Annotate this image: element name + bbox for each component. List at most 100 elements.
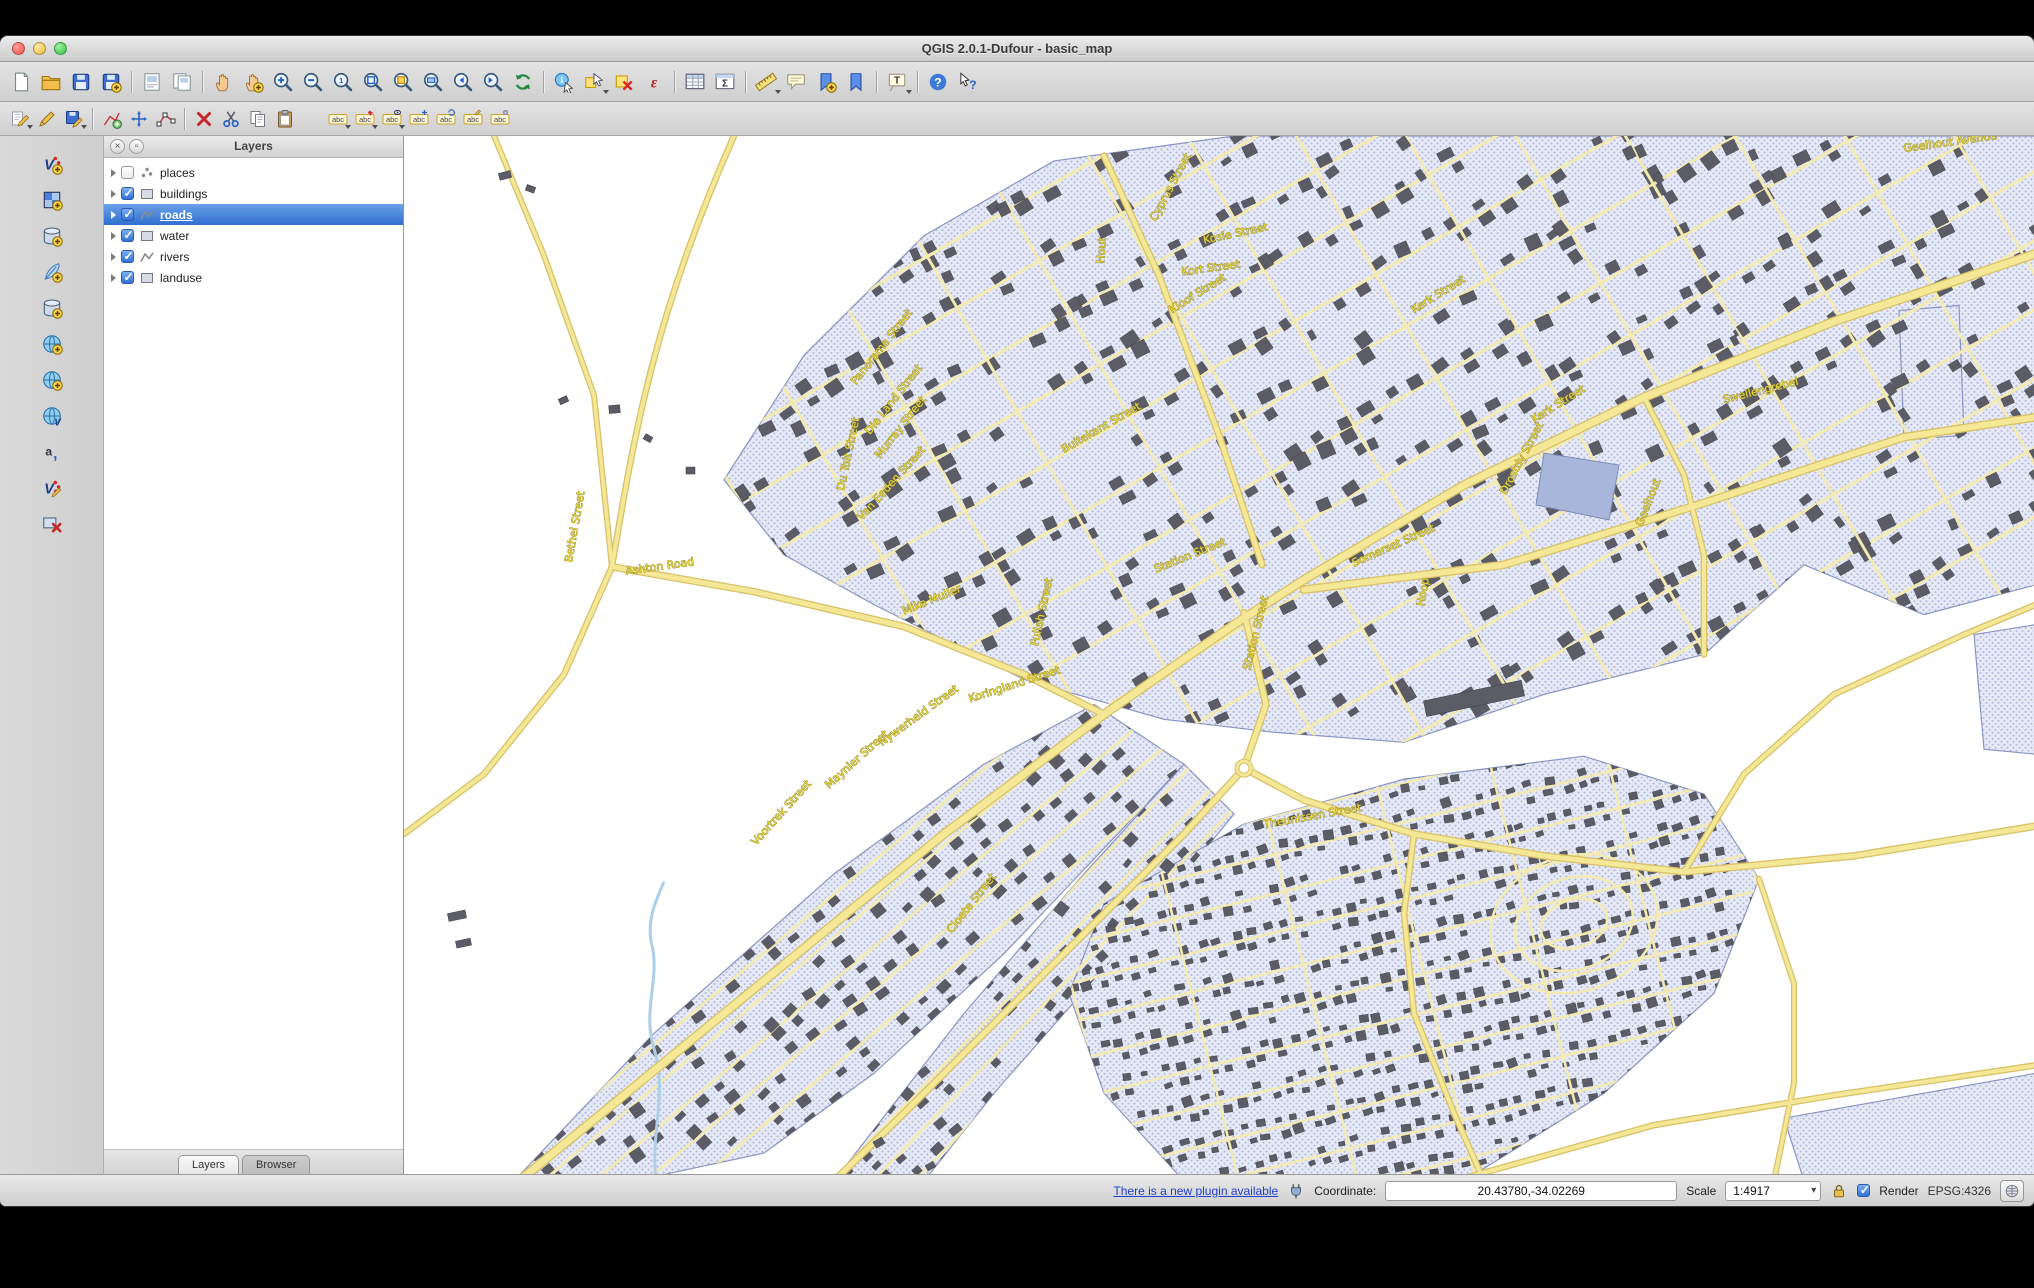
coordinate-input[interactable]: 20.43780,-34.02269 bbox=[1385, 1181, 1677, 1201]
layer-item-buildings[interactable]: buildings bbox=[104, 183, 403, 204]
add-wms-layer-button[interactable] bbox=[37, 329, 67, 359]
select-features-button[interactable] bbox=[579, 67, 609, 97]
layer-item-rivers[interactable]: rivers bbox=[104, 246, 403, 267]
add-spatialite-layer-button[interactable] bbox=[37, 257, 67, 287]
zoom-to-selection-button[interactable] bbox=[388, 67, 418, 97]
svg-text:i: i bbox=[560, 76, 563, 86]
label-show-hide-button[interactable]: abc bbox=[378, 105, 405, 132]
composer-manager-button[interactable] bbox=[167, 67, 197, 97]
new-print-composer-button[interactable] bbox=[137, 67, 167, 97]
expand-arrow-icon[interactable] bbox=[111, 211, 116, 219]
add-raster-layer-button[interactable] bbox=[37, 185, 67, 215]
zoom-native-button[interactable]: 1 bbox=[328, 67, 358, 97]
title-bar[interactable]: QGIS 2.0.1-Dufour - basic_map bbox=[0, 36, 2034, 62]
layer-checkbox-buildings[interactable] bbox=[121, 187, 134, 200]
identify-features-button[interactable]: i bbox=[549, 67, 579, 97]
add-mssql-layer-button[interactable] bbox=[37, 293, 67, 323]
field-calculator-button[interactable]: Σ bbox=[710, 67, 740, 97]
new-shapefile-layer-button[interactable]: V bbox=[37, 473, 67, 503]
map-canvas[interactable]: Geelhout AvenueCyprus StreetKosie Street… bbox=[404, 136, 2034, 1174]
help-button[interactable]: ? bbox=[923, 67, 953, 97]
expand-arrow-icon[interactable] bbox=[111, 190, 116, 198]
add-wfs-layer-button[interactable]: V bbox=[37, 401, 67, 431]
expand-arrow-icon[interactable] bbox=[111, 232, 116, 240]
label-change-button[interactable]: abc bbox=[459, 105, 486, 132]
current-edits-button[interactable] bbox=[6, 105, 33, 132]
close-window-button[interactable] bbox=[12, 42, 25, 55]
show-bookmarks-button[interactable] bbox=[841, 67, 871, 97]
expand-arrow-icon[interactable] bbox=[111, 274, 116, 282]
save-project-as-button[interactable] bbox=[96, 67, 126, 97]
scale-combobox[interactable]: 1:4917 ▾ bbox=[1725, 1181, 1821, 1201]
render-checkbox[interactable] bbox=[1857, 1184, 1870, 1197]
zoom-full-button[interactable] bbox=[358, 67, 388, 97]
text-annotation-button[interactable]: T bbox=[882, 67, 912, 97]
plugin-link[interactable]: There is a new plugin available bbox=[1113, 1184, 1278, 1198]
zoom-last-button[interactable] bbox=[448, 67, 478, 97]
add-wcs-layer-button[interactable] bbox=[37, 365, 67, 395]
whats-this-button[interactable]: ? bbox=[953, 67, 983, 97]
move-feature-button[interactable] bbox=[125, 105, 152, 132]
scale-lock-icon[interactable] bbox=[1830, 1182, 1848, 1200]
measure-icon bbox=[755, 71, 777, 93]
move-feature-icon bbox=[129, 109, 149, 129]
refresh-map-button[interactable] bbox=[508, 67, 538, 97]
new-project-button[interactable] bbox=[6, 67, 36, 97]
zoom-to-layer-button[interactable] bbox=[418, 67, 448, 97]
tab-layers[interactable]: Layers bbox=[178, 1155, 239, 1174]
paste-features-button[interactable] bbox=[271, 105, 298, 132]
deselect-features-button[interactable] bbox=[609, 67, 639, 97]
layer-label: buildings bbox=[160, 187, 207, 201]
add-delimited-text-layer-button[interactable]: a, bbox=[37, 437, 67, 467]
expand-arrow-icon[interactable] bbox=[111, 169, 116, 177]
zoom-in-button[interactable] bbox=[268, 67, 298, 97]
layer-item-roads[interactable]: roads bbox=[104, 204, 403, 225]
panel-float-button[interactable]: ▫ bbox=[129, 139, 144, 154]
layer-checkbox-roads[interactable] bbox=[121, 208, 134, 221]
map-tips-button[interactable] bbox=[781, 67, 811, 97]
delete-selected-button[interactable] bbox=[190, 105, 217, 132]
minimize-window-button[interactable] bbox=[33, 42, 46, 55]
open-project-button[interactable] bbox=[36, 67, 66, 97]
layer-label: roads bbox=[160, 208, 193, 222]
layer-checkbox-water[interactable] bbox=[121, 229, 134, 242]
measure-button[interactable] bbox=[751, 67, 781, 97]
toggle-editing-button[interactable] bbox=[33, 105, 60, 132]
panel-title: Layers bbox=[234, 139, 273, 153]
label-properties-button[interactable]: abc bbox=[486, 105, 513, 132]
tab-browser[interactable]: Browser bbox=[242, 1155, 310, 1174]
layer-checkbox-landuse[interactable] bbox=[121, 271, 134, 284]
panel-close-button[interactable]: × bbox=[110, 139, 125, 154]
layer-checkbox-rivers[interactable] bbox=[121, 250, 134, 263]
zoom-native-icon: 1 bbox=[332, 71, 354, 93]
layer-type-line-icon bbox=[139, 207, 155, 223]
save-project-button[interactable] bbox=[66, 67, 96, 97]
copy-features-button[interactable] bbox=[244, 105, 271, 132]
new-bookmark-button[interactable] bbox=[811, 67, 841, 97]
label-rotate-button[interactable]: abc bbox=[432, 105, 459, 132]
label-pin-button[interactable]: abc bbox=[351, 105, 378, 132]
save-layer-edits-button[interactable] bbox=[60, 105, 87, 132]
crs-status-button[interactable] bbox=[2000, 1180, 2024, 1202]
plugin-icon[interactable] bbox=[1287, 1182, 1305, 1200]
layer-item-places[interactable]: places bbox=[104, 162, 403, 183]
pan-to-selection-button[interactable] bbox=[238, 67, 268, 97]
add-vector-layer-button[interactable]: V bbox=[37, 149, 67, 179]
layer-item-landuse[interactable]: landuse bbox=[104, 267, 403, 288]
labeling-button[interactable]: abc bbox=[324, 105, 351, 132]
node-tool-button[interactable] bbox=[152, 105, 179, 132]
label-move-button[interactable]: abc bbox=[405, 105, 432, 132]
layer-checkbox-places[interactable] bbox=[121, 166, 134, 179]
zoom-window-button[interactable] bbox=[54, 42, 67, 55]
pan-map-button[interactable] bbox=[208, 67, 238, 97]
cut-features-button[interactable] bbox=[217, 105, 244, 132]
select-by-expression-button[interactable]: ε bbox=[639, 67, 669, 97]
add-postgis-layer-button[interactable] bbox=[37, 221, 67, 251]
remove-layer-button[interactable] bbox=[37, 509, 67, 539]
zoom-out-button[interactable] bbox=[298, 67, 328, 97]
add-feature-button[interactable] bbox=[98, 105, 125, 132]
layer-item-water[interactable]: water bbox=[104, 225, 403, 246]
expand-arrow-icon[interactable] bbox=[111, 253, 116, 261]
zoom-next-button[interactable] bbox=[478, 67, 508, 97]
open-attribute-table-button[interactable] bbox=[680, 67, 710, 97]
